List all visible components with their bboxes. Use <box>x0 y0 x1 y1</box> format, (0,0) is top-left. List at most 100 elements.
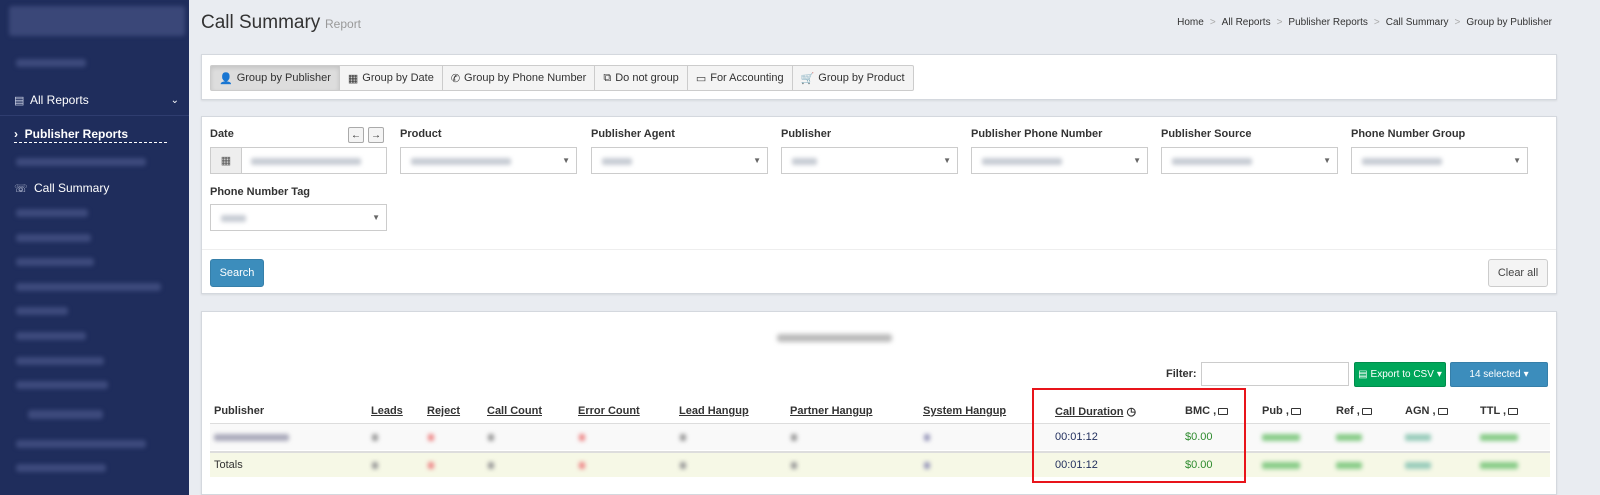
publisher-label: Publisher <box>781 128 832 140</box>
publisher-agent-label: Publisher Agent <box>591 128 675 140</box>
col-error-count[interactable]: Error Count <box>578 405 640 417</box>
ttl-total-blurred <box>1480 462 1518 469</box>
group-by-phone-number-button[interactable]: ✆ Group by Phone Number <box>441 65 596 91</box>
list-icon: ▤ <box>14 94 25 107</box>
caret-down-icon: ▼ <box>372 213 380 222</box>
filters-divider <box>202 249 1556 250</box>
sidebar-item-blurred[interactable] <box>16 158 146 166</box>
sidebar-item-blurred[interactable] <box>16 258 94 266</box>
phone-number-tag-select[interactable]: ▼ <box>210 204 387 231</box>
sidebar-item-blurred[interactable] <box>16 209 88 217</box>
sidebar-item-publisher-reports[interactable]: › Publisher Reports <box>14 127 167 143</box>
leads-total-blurred <box>372 462 378 469</box>
chevron-right-icon: › <box>14 127 18 141</box>
col-system-hangup[interactable]: System Hangup <box>923 405 1006 417</box>
publisher-agent-select[interactable]: ▼ <box>591 147 768 174</box>
clear-all-button[interactable]: Clear all <box>1488 259 1548 287</box>
sidebar-item-all-reports[interactable]: ▤ All Reports ⌄ <box>14 93 179 107</box>
export-csv-button[interactable]: ▤ Export to CSV ▾ <box>1354 362 1446 387</box>
col-ttl[interactable]: TTL , <box>1480 405 1519 417</box>
page-subtitle: Report <box>325 17 362 31</box>
caret-down-icon: ▼ <box>562 156 570 165</box>
caret-down-icon: ▾ <box>1523 369 1529 380</box>
publisher-agent-value <box>602 158 632 165</box>
col-agn[interactable]: AGN , <box>1405 405 1448 417</box>
group-by-product-button[interactable]: 🛒 Group by Product <box>791 65 914 91</box>
col-reject[interactable]: Reject <box>427 405 460 417</box>
money-icon <box>1290 407 1301 415</box>
search-button[interactable]: Search <box>210 259 264 287</box>
col-call-count[interactable]: Call Count <box>487 405 542 417</box>
phone-number-group-label: Phone Number Group <box>1351 128 1466 140</box>
breadcrumb-all-reports[interactable]: All Reports <box>1222 17 1271 28</box>
col-lead-hangup[interactable]: Lead Hangup <box>679 405 749 417</box>
arrow-left-icon[interactable]: ← <box>348 127 364 143</box>
product-select[interactable]: ▼ <box>400 147 577 174</box>
filter-input[interactable] <box>1201 362 1349 386</box>
sidebar-item-blurred[interactable] <box>16 332 86 340</box>
breadcrumb-home[interactable]: Home <box>1177 17 1204 28</box>
reject-blurred <box>428 434 434 441</box>
ref-value-blurred <box>1336 434 1362 441</box>
phone-icon: ✆ <box>450 72 461 85</box>
lead-hangup-blurred <box>680 434 686 441</box>
col-partner-hangup[interactable]: Partner Hangup <box>790 405 873 417</box>
pub-total-blurred <box>1262 462 1300 469</box>
do-not-group-button[interactable]: ⧉ Do not group <box>594 65 688 91</box>
file-icon: ▤ <box>1358 369 1368 380</box>
system-hangup-blurred <box>924 434 930 441</box>
error-count-total-blurred <box>579 462 585 469</box>
group-by-date-button[interactable]: ▦ Group by Date <box>338 65 443 91</box>
publisher-source-select[interactable]: ▼ <box>1161 147 1338 174</box>
sidebar-item-blurred[interactable] <box>16 440 146 448</box>
product-value <box>411 158 511 165</box>
filter-label: Filter: <box>1166 368 1197 380</box>
col-leads[interactable]: Leads <box>371 405 403 417</box>
sidebar-item-call-summary[interactable]: ☏ Call Summary <box>14 181 109 195</box>
sidebar-item-blurred[interactable] <box>16 381 108 389</box>
error-count-blurred <box>579 434 585 441</box>
money-icon <box>1361 407 1372 415</box>
cart-icon: 🛒 <box>800 72 815 85</box>
results-panel: Filter: ▤ Export to CSV ▾ 14 selected ▾ Pub… <box>201 311 1557 495</box>
sidebar-item-blurred[interactable] <box>16 357 104 365</box>
caret-down-icon: ▼ <box>1323 156 1331 165</box>
sidebar: ▤ All Reports ⌄ › Publisher Reports ☏ Ca… <box>0 0 189 495</box>
pub-value-blurred <box>1262 434 1300 441</box>
phone-number-group-select[interactable]: ▼ <box>1351 147 1528 174</box>
publisher-name-blurred <box>214 434 289 441</box>
showing-entries-text <box>777 334 892 342</box>
ref-total-blurred <box>1336 462 1362 469</box>
for-accounting-button[interactable]: ▭ For Accounting <box>686 65 793 91</box>
sidebar-item-dashboard[interactable] <box>16 59 86 67</box>
totals-row: Totals 00:01:12 $0.00 <box>210 451 1550 477</box>
column-select-button[interactable]: 14 selected ▾ <box>1450 362 1548 387</box>
sidebar-item-blurred[interactable] <box>16 307 68 315</box>
publisher-source-label: Publisher Source <box>1161 128 1252 140</box>
col-pub[interactable]: Pub , <box>1262 405 1301 417</box>
group-by-publisher-button[interactable]: 👤 Group by Publisher <box>210 65 340 91</box>
breadcrumb-call-summary[interactable]: Call Summary <box>1386 17 1449 28</box>
arrow-right-icon[interactable]: → <box>368 127 384 143</box>
sidebar-item-label: Publisher Reports <box>24 127 129 141</box>
sidebar-section-blurred[interactable] <box>28 410 103 419</box>
grouping-panel: 👤 Group by Publisher ▦ Group by Date ✆ Grou… <box>201 54 1557 100</box>
breadcrumb-publisher-reports[interactable]: Publisher Reports <box>1288 17 1367 28</box>
date-range-value <box>251 158 361 165</box>
col-publisher[interactable]: Publisher <box>214 405 264 417</box>
page-title: Call Summary <box>201 12 321 33</box>
calendar-icon: ▦ <box>211 148 242 173</box>
publisher-select[interactable]: ▼ <box>781 147 958 174</box>
caret-down-icon: ▾ <box>1436 369 1442 380</box>
sidebar-item-blurred[interactable] <box>16 234 91 242</box>
sidebar-search[interactable] <box>9 6 185 36</box>
caret-down-icon: ▼ <box>753 156 761 165</box>
publisher-phone-number-select[interactable]: ▼ <box>971 147 1148 174</box>
grouping-button-group: 👤 Group by Publisher ▦ Group by Date ✆ Grou… <box>210 65 914 91</box>
col-ref[interactable]: Ref , <box>1336 405 1372 417</box>
sidebar-item-blurred[interactable] <box>16 464 106 472</box>
ttl-value-blurred <box>1480 434 1518 441</box>
sidebar-item-blurred[interactable] <box>16 283 161 291</box>
agn-value-blurred <box>1405 434 1431 441</box>
date-range-input[interactable]: ▦ <box>210 147 387 174</box>
